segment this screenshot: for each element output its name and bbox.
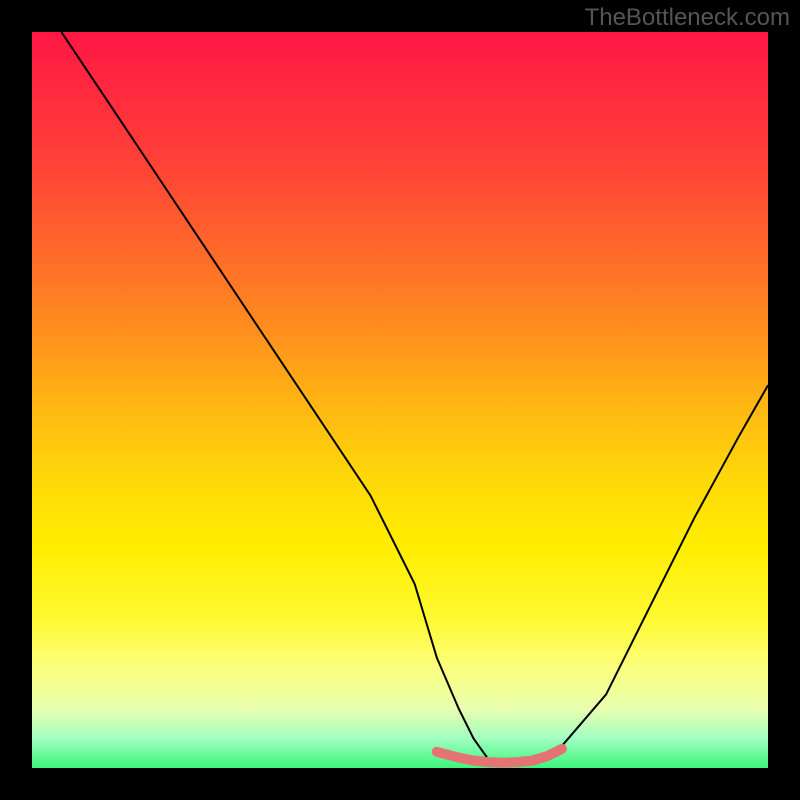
watermark-text: TheBottleneck.com bbox=[585, 4, 790, 32]
chart-svg bbox=[0, 0, 800, 800]
highlight-segment bbox=[437, 749, 562, 763]
main-curve bbox=[61, 32, 768, 763]
